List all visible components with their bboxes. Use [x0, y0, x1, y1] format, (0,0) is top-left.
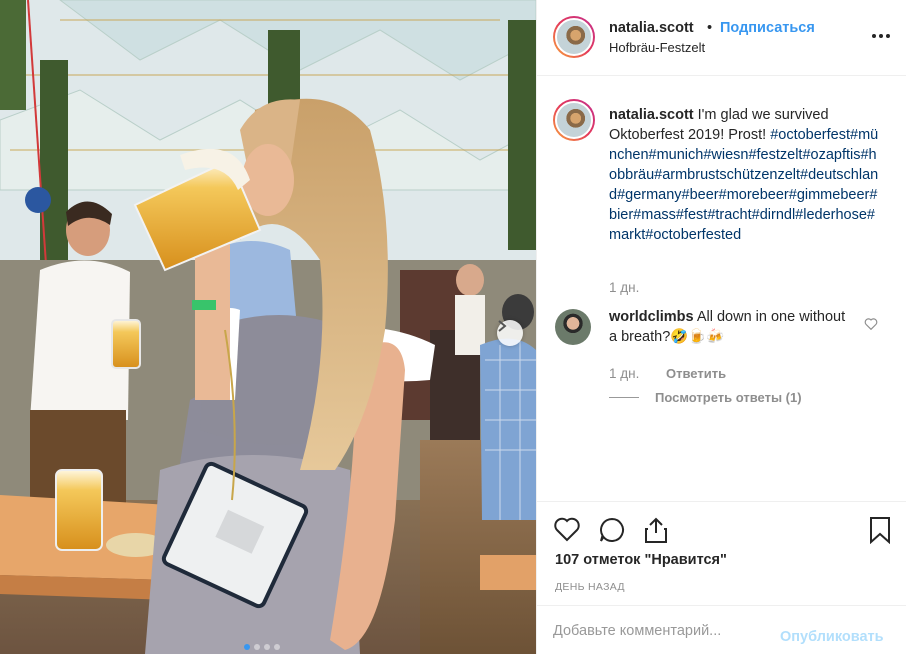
comment-timestamp[interactable]: 1 дн. [609, 366, 639, 381]
author-avatar[interactable] [553, 16, 595, 58]
post-location[interactable]: Hofbräu-Festzelt [609, 40, 705, 55]
share-icon [645, 517, 667, 543]
header-separator: • [707, 20, 713, 36]
like-button[interactable] [553, 516, 581, 547]
carousel-dot [264, 644, 270, 650]
bookmark-icon [870, 517, 890, 545]
replies-divider [609, 397, 639, 398]
caption-hashtags[interactable]: #octoberfest#münchen#munich#wiesn#festze… [609, 127, 878, 243]
more-options-icon [872, 34, 890, 38]
comment-icon [600, 517, 624, 542]
comment-button[interactable] [598, 516, 626, 549]
follow-button[interactable]: Подписаться [720, 20, 815, 36]
add-comment-bar: Опубликовать [537, 605, 906, 654]
reply-button[interactable]: Ответить [666, 366, 726, 381]
post-photo[interactable] [0, 0, 536, 654]
post-header: natalia.scott • Подписаться Hofbräu-Fest… [537, 0, 906, 76]
commenter-avatar[interactable] [555, 309, 591, 345]
view-replies-button[interactable]: Посмотреть ответы (1) [655, 390, 802, 405]
post-side-panel: natalia.scott • Подписаться Hofbräu-Fest… [536, 0, 906, 654]
likes-count[interactable]: 107 отметок "Нравится" [555, 552, 727, 568]
carousel-indicator [244, 644, 280, 650]
heart-icon [864, 318, 878, 331]
publish-button[interactable]: Опубликовать [780, 629, 884, 645]
comments-section: natalia.scott I'm glad we survived Oktob… [537, 77, 906, 501]
post-actions: 107 отметок "Нравится" ДЕНЬ НАЗАД [537, 501, 906, 605]
caption-timestamp[interactable]: 1 дн. [609, 280, 639, 295]
caption-author-avatar[interactable] [553, 99, 595, 141]
author-username[interactable]: natalia.scott [609, 20, 694, 36]
caption-username[interactable]: natalia.scott [609, 107, 694, 123]
comment-like-button[interactable] [864, 317, 878, 335]
save-button[interactable] [869, 516, 891, 549]
photo-illustration [0, 0, 536, 654]
chevron-right-icon [498, 320, 507, 332]
commenter-username[interactable]: worldclimbs [609, 309, 694, 325]
post-caption: natalia.scott I'm glad we survived Oktob… [609, 105, 881, 245]
carousel-dot [254, 644, 260, 650]
add-comment-input[interactable] [553, 618, 773, 644]
heart-icon [554, 517, 580, 542]
share-button[interactable] [643, 516, 669, 549]
more-options-button[interactable] [871, 26, 891, 44]
comment-body: worldclimbs All down in one without a br… [609, 307, 849, 347]
post-date[interactable]: ДЕНЬ НАЗАД [555, 581, 625, 593]
carousel-dot [244, 644, 250, 650]
next-photo-button[interactable] [497, 320, 523, 346]
carousel-dot [274, 644, 280, 650]
